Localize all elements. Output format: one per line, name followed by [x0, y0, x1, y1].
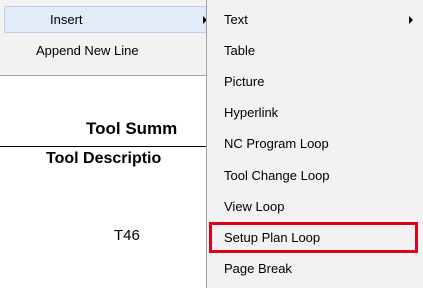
submenu-item-label: NC Program Loop — [224, 136, 329, 151]
submenu-item-view-loop[interactable]: View Loop — [209, 191, 418, 222]
menu-item-append-new-line[interactable]: Append New Line — [4, 38, 214, 65]
submenu-item-hyperlink[interactable]: Hyperlink — [209, 97, 418, 128]
submenu-item-setup-plan-loop[interactable]: Setup Plan Loop — [209, 222, 418, 253]
submenu-item-page-break[interactable]: Page Break — [209, 253, 418, 284]
submenu-item-tool-change-loop[interactable]: Tool Change Loop — [209, 160, 418, 191]
submenu-item-label: Text — [224, 12, 248, 27]
insert-submenu: Text Table Picture Hyperlink NC Program … — [206, 0, 423, 288]
submenu-item-picture[interactable]: Picture — [209, 66, 418, 97]
submenu-item-label: Table — [224, 43, 256, 58]
submenu-item-table[interactable]: Table — [209, 35, 418, 66]
submenu-item-text[interactable]: Text — [209, 4, 418, 35]
menu-item-label: Append New Line — [36, 43, 139, 58]
chevron-right-icon — [409, 16, 413, 24]
context-menu: Insert Append New Line — [0, 0, 218, 76]
tool-number-cell: T46 — [114, 227, 140, 244]
submenu-item-label: Setup Plan Loop — [224, 230, 321, 245]
document-title: Tool Summ — [86, 119, 178, 138]
submenu-item-label: Tool Change Loop — [224, 168, 330, 183]
menu-item-label: Insert — [50, 12, 83, 27]
submenu-item-label: Hyperlink — [224, 105, 279, 120]
submenu-item-label: Page Break — [224, 261, 292, 276]
submenu-item-label: Picture — [224, 74, 265, 89]
menu-item-insert[interactable]: Insert — [4, 6, 214, 33]
column-header-tool-description: Tool Descriptio — [46, 150, 162, 167]
document-divider — [0, 146, 210, 147]
submenu-item-label: View Loop — [224, 199, 285, 214]
submenu-item-nc-program-loop[interactable]: NC Program Loop — [209, 128, 418, 159]
